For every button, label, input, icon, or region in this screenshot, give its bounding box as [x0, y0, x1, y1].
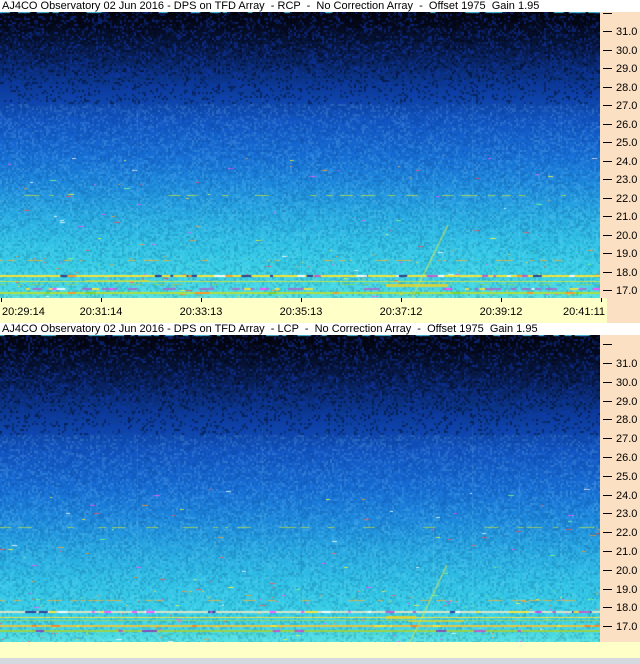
freq-tick — [603, 344, 612, 345]
freq-tick-label: 17.0 — [616, 285, 638, 297]
spectrogram-plot-rcp: 31.0 30.0 29.0 28.0 27.0 26.0 25.0 24.0 23.0 22.0… — [0, 12, 640, 298]
freq-tick — [603, 626, 612, 627]
time-tick — [101, 298, 102, 302]
freq-tick-label: 19.0 — [616, 248, 638, 260]
time-tick-label: 20:29:14 — [2, 306, 45, 318]
freq-tick-label: 27.0 — [616, 100, 638, 112]
freq-tick-label: 20.0 — [616, 565, 638, 577]
freq-tick-label: 21.0 — [616, 211, 638, 223]
spectrogram-plot-lcp: 31.0 30.0 29.0 28.0 27.0 26.0 25.0 24.0 23.0 22.0… — [0, 335, 640, 642]
time-tick-label: 20:37:12 — [379, 306, 423, 318]
freq-tick-label: 31.0 — [616, 358, 638, 370]
freq-tick — [603, 513, 612, 514]
time-tick — [1, 298, 2, 302]
time-tick — [401, 298, 402, 302]
freq-tick-label: 25.0 — [616, 137, 638, 149]
freq-tick — [603, 31, 612, 32]
freq-tick — [603, 50, 612, 51]
freq-tick — [603, 105, 612, 106]
freq-tick — [603, 235, 612, 236]
freq-tick-label: 29.0 — [616, 63, 638, 75]
freq-tick — [603, 87, 612, 88]
freq-tick-label: 21.0 — [616, 546, 638, 558]
freq-tick — [603, 13, 612, 14]
freq-tick-label: 20.0 — [616, 230, 638, 242]
freq-tick-label: 28.0 — [616, 414, 638, 426]
freq-tick — [603, 532, 612, 533]
freq-tick — [603, 68, 612, 69]
time-tick — [201, 298, 202, 302]
freq-tick — [603, 363, 612, 364]
freq-tick — [603, 382, 612, 383]
freq-tick-label: 29.0 — [616, 396, 638, 408]
freq-tick-label: 23.0 — [616, 508, 638, 520]
freq-tick — [603, 124, 612, 125]
freq-tick — [603, 457, 612, 458]
frequency-axis-rcp: 31.0 30.0 29.0 28.0 27.0 26.0 25.0 24.0 23.0 22.0… — [600, 12, 640, 298]
time-tick-label: 20:39:12 — [479, 306, 523, 318]
time-tick-label: 20:35:13 — [279, 306, 323, 318]
freq-tick-label: 27.0 — [616, 433, 638, 445]
spectrogram-canvas-lcp — [0, 335, 600, 642]
freq-tick-label: 19.0 — [616, 584, 638, 596]
freq-tick — [603, 179, 612, 180]
freq-tick-label: 30.0 — [616, 377, 638, 389]
time-tick — [501, 298, 502, 302]
panel-title-lcp: AJ4CO Observatory 02 Jun 2016 - DPS on T… — [0, 323, 640, 335]
freq-tick-label: 26.0 — [616, 119, 638, 131]
freq-tick — [603, 476, 612, 477]
freq-tick-label: 22.0 — [616, 527, 638, 539]
freq-tick — [603, 253, 612, 254]
freq-tick — [603, 570, 612, 571]
freq-tick-label: 30.0 — [616, 45, 638, 57]
time-axis: 20:29:14 20:31:14 20:33:13 20:35:13 20:37:12… — [0, 298, 640, 323]
panel-title-rcp: AJ4CO Observatory 02 Jun 2016 - DPS on T… — [0, 0, 640, 12]
freq-tick-label: 31.0 — [616, 26, 638, 38]
frequency-axis-lcp: 31.0 30.0 29.0 28.0 27.0 26.0 25.0 24.0 23.0 22.0… — [600, 335, 640, 642]
time-tick — [601, 298, 602, 302]
time-tick — [301, 298, 302, 302]
freq-tick-label: 18.0 — [616, 267, 638, 279]
freq-tick-label: 18.0 — [616, 602, 638, 614]
freq-tick — [603, 589, 612, 590]
time-axis-clipped — [0, 642, 640, 658]
freq-tick — [603, 551, 612, 552]
window-footer-strip — [0, 658, 640, 664]
freq-tick-label: 24.0 — [616, 490, 638, 502]
spectrogram-canvas-rcp — [0, 12, 600, 298]
freq-tick-label: 24.0 — [616, 156, 638, 168]
freq-tick-label: 23.0 — [616, 174, 638, 186]
freq-tick — [603, 419, 612, 420]
time-tick-label: 20:41:11 — [562, 306, 605, 318]
freq-tick-label: 17.0 — [616, 621, 638, 633]
freq-tick — [603, 290, 612, 291]
time-tick-label: 20:33:13 — [179, 306, 223, 318]
freq-tick-label: 26.0 — [616, 452, 638, 464]
freq-tick — [603, 607, 612, 608]
freq-tick — [603, 495, 612, 496]
freq-tick-label: 25.0 — [616, 471, 638, 483]
freq-tick-label: 22.0 — [616, 193, 638, 205]
time-tick-label: 20:31:14 — [79, 306, 123, 318]
freq-tick — [603, 198, 612, 199]
time-axis-labels: 20:29:14 20:31:14 20:33:13 20:35:13 20:37:12… — [0, 298, 607, 323]
freq-tick — [603, 401, 612, 402]
freq-tick — [603, 272, 612, 273]
freq-tick-label: 28.0 — [616, 82, 638, 94]
freq-tick — [603, 438, 612, 439]
spectrograph-window: AJ4CO Observatory 02 Jun 2016 - DPS on T… — [0, 0, 640, 664]
freq-tick — [603, 161, 612, 162]
time-axis-clipped-inner — [0, 642, 640, 658]
freq-tick — [603, 142, 612, 143]
freq-tick — [603, 216, 612, 217]
